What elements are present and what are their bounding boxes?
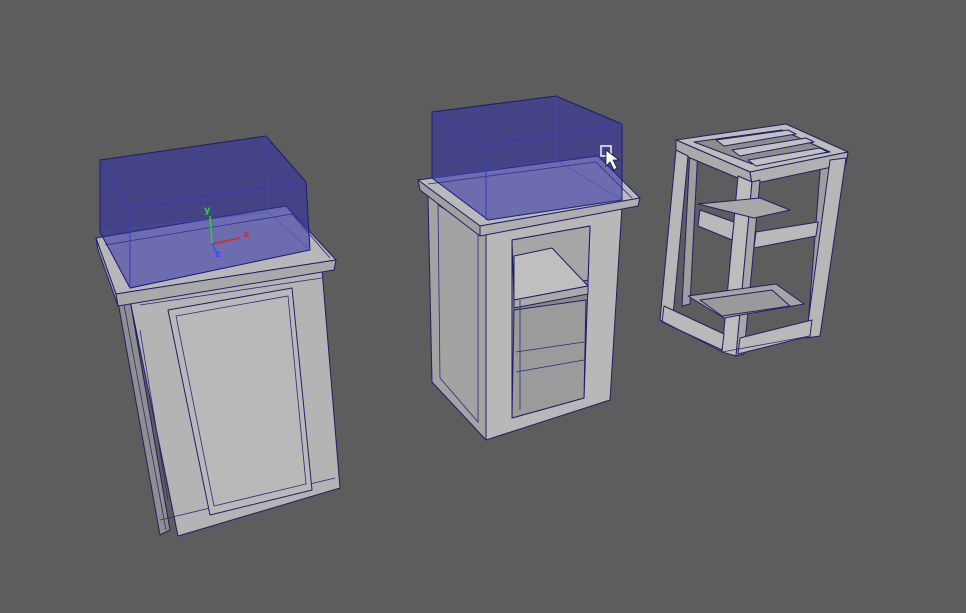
viewport-canvas[interactable]: y x z [0,0,966,613]
gizmo-y-label: y [204,205,211,216]
cabinet-frame-mesh[interactable] [659,123,849,357]
gizmo-z-label: z [215,249,221,260]
3d-viewport[interactable]: y x z [0,0,966,613]
gizmo-x-label: x [243,229,250,240]
